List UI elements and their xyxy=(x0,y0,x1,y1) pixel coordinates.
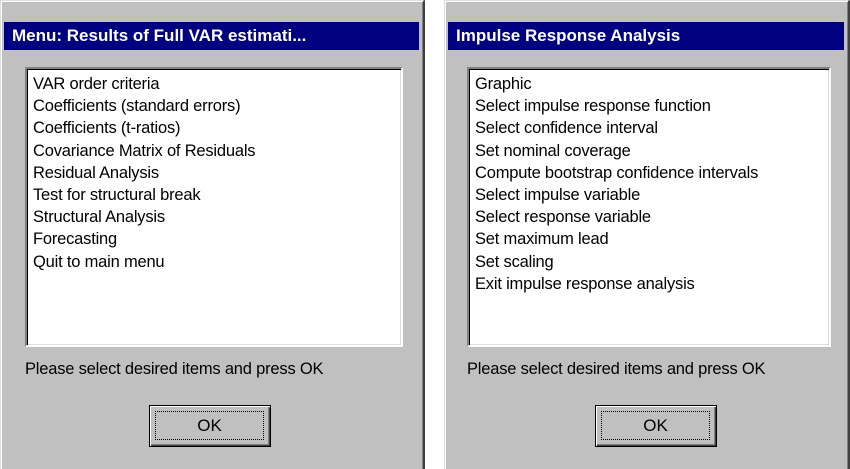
menu-item-structural-break[interactable]: Test for structural break xyxy=(33,184,395,206)
menu-item-coefficients-t-ratios[interactable]: Coefficients (t-ratios) xyxy=(33,117,395,139)
menu-item-covariance-matrix[interactable]: Covariance Matrix of Residuals xyxy=(33,140,395,162)
menu-listbox[interactable]: VAR order criteria Coefficients (standar… xyxy=(25,67,403,347)
dialog-title[interactable]: Menu: Results of Full VAR estimati... xyxy=(4,22,419,50)
menu-item-graphic[interactable]: Graphic xyxy=(475,73,823,95)
menu-item-forecasting[interactable]: Forecasting xyxy=(33,228,395,250)
menu-item-set-maximum-lead[interactable]: Set maximum lead xyxy=(475,228,823,250)
menu-item-select-impulse-variable[interactable]: Select impulse variable xyxy=(475,184,823,206)
var-results-menu-dialog: Menu: Results of Full VAR estimati... VA… xyxy=(0,0,425,469)
ok-button[interactable]: OK xyxy=(149,405,271,447)
menu-item-select-confidence-interval[interactable]: Select confidence interval xyxy=(475,117,823,139)
menu-item-select-response-variable[interactable]: Select response variable xyxy=(475,206,823,228)
menu-item-structural-analysis[interactable]: Structural Analysis xyxy=(33,206,395,228)
menu-item-compute-bootstrap-intervals[interactable]: Compute bootstrap confidence intervals xyxy=(475,162,823,184)
instruction-text: Please select desired items and press OK xyxy=(25,360,324,378)
menu-item-exit-impulse-response[interactable]: Exit impulse response analysis xyxy=(475,273,823,295)
menu-item-set-scaling[interactable]: Set scaling xyxy=(475,251,823,273)
menu-item-quit-to-main-menu[interactable]: Quit to main menu xyxy=(33,251,395,273)
menu-item-set-nominal-coverage[interactable]: Set nominal coverage xyxy=(475,140,823,162)
ok-button[interactable]: OK xyxy=(595,405,717,447)
menu-item-residual-analysis[interactable]: Residual Analysis xyxy=(33,162,395,184)
menu-item-select-impulse-response-function[interactable]: Select impulse response function xyxy=(475,95,823,117)
instruction-text: Please select desired items and press OK xyxy=(467,360,766,378)
ok-button-label: OK xyxy=(601,411,710,440)
impulse-response-dialog: Impulse Response Analysis Graphic Select… xyxy=(444,0,850,469)
menu-listbox[interactable]: Graphic Select impulse response function… xyxy=(467,67,831,347)
ok-button-label: OK xyxy=(155,411,264,440)
menu-item-coefficients-standard-errors[interactable]: Coefficients (standard errors) xyxy=(33,95,395,117)
menu-item-var-order-criteria[interactable]: VAR order criteria xyxy=(33,73,395,95)
dialog-title[interactable]: Impulse Response Analysis xyxy=(448,22,844,50)
